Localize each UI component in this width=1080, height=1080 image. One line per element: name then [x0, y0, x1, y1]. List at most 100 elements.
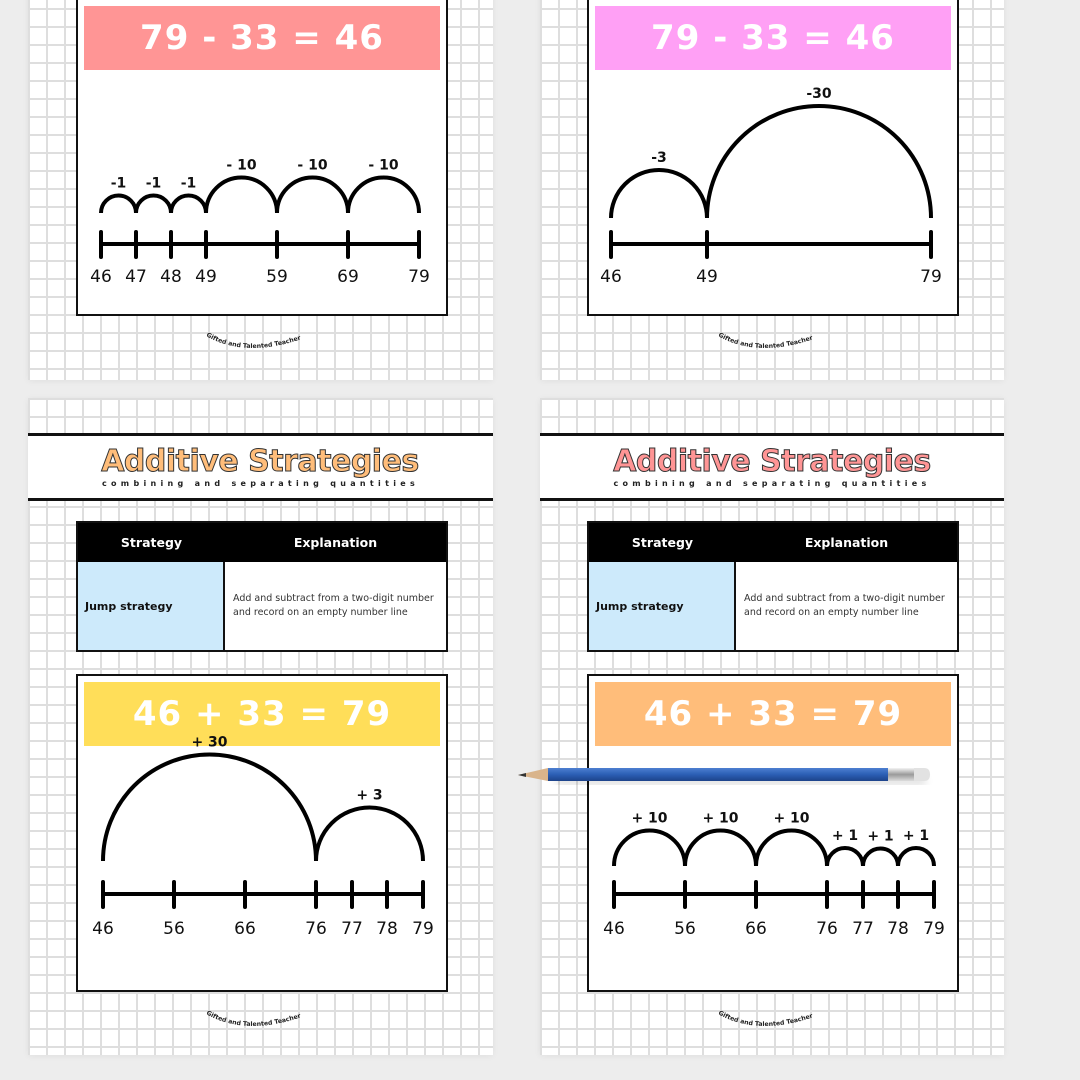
jump-arc: [101, 752, 318, 862]
tick-label: 46: [600, 267, 622, 287]
brand-logo-text: Gifted and Talented Teacher: [205, 1010, 302, 1028]
jump-arc: [275, 175, 350, 214]
strategy-cell: Jump strategy: [78, 562, 225, 650]
tick-label: 46: [90, 267, 112, 287]
number-line: 46 47 48 49 59 69 79 -1 -1 -1 - 10 - 10 - 10: [90, 158, 430, 288]
tick-label: 59: [266, 267, 288, 287]
worksheet-page-bottom-right: Additive Strategies combining and separa…: [540, 398, 1004, 1055]
tick-label: 46: [92, 919, 114, 939]
jump-label: -1: [181, 176, 197, 192]
jump-arc: [683, 828, 758, 867]
column-header-explanation: Explanation: [293, 535, 378, 550]
tick-label: 79: [408, 267, 430, 287]
svg-text:Gifted and Talented Teacher: Gifted and Talented Teacher: [717, 332, 814, 350]
jump-arc: [169, 193, 208, 214]
brand-logo-text: Gifted and Talented Teacher: [717, 332, 814, 350]
tick-label: 56: [163, 919, 185, 939]
explanation-cell: Add and subtract from a two-digit number…: [225, 562, 446, 650]
strategy-cell: Jump strategy: [589, 562, 736, 650]
jump-label: + 30: [191, 735, 227, 751]
tick-label: 78: [887, 919, 909, 939]
tick-label: 56: [674, 919, 696, 939]
jump-label: - 10: [226, 158, 256, 174]
jump-arc: [612, 828, 687, 867]
column-header-strategy: Strategy: [120, 535, 183, 550]
worksheet-page-top-left: 79 - 33 = 46 46 47 48 49 59 69 79 -1 -1 -1- 10- 1…: [28, 0, 493, 380]
jump-arc: [99, 193, 138, 214]
jump-label: - 10: [368, 158, 398, 174]
column-header-strategy: Strategy: [631, 535, 694, 550]
title-svg: Additive Strategies: [613, 444, 932, 480]
table-header-row: Strategy Explanation: [589, 523, 957, 562]
brand-logo: Gifted and Talented Teacher: [717, 1010, 814, 1028]
tick-label: 47: [125, 267, 147, 287]
number-line-card: 46 + 33 = 79 46 56 66 76 77 78 79 + 30 + 3: [76, 674, 448, 992]
svg-text:Gifted and Talented Teacher: Gifted and Talented Teacher: [205, 332, 302, 350]
tick-label: 78: [376, 919, 398, 939]
svg-text:Gifted and Talented Teacher: Gifted and Talented Teacher: [717, 1010, 814, 1028]
tick-label: 66: [745, 919, 767, 939]
jump-label: + 10: [702, 811, 738, 827]
tick-label: 77: [341, 919, 363, 939]
title-band: Additive Strategies combining and separa…: [540, 433, 1004, 501]
jump-label: + 1: [903, 828, 929, 844]
tick-label: 79: [920, 267, 942, 287]
jump-label: -1: [146, 176, 162, 192]
tick-label: 79: [923, 919, 945, 939]
jump-label: + 3: [356, 788, 382, 804]
worksheet-page-bottom-left: Additive Strategies combining and separa…: [28, 398, 493, 1055]
strategy-table: Strategy Explanation Jump strategy Add a…: [587, 521, 959, 652]
jump-arc: [204, 175, 279, 214]
jump-arc: [609, 168, 709, 219]
jump-label: -30: [806, 86, 832, 102]
explanation-text: Add and subtract from a two-digit number…: [744, 593, 945, 618]
jump-label: + 10: [773, 811, 809, 827]
column-header-explanation: Explanation: [804, 535, 889, 550]
svg-text:Gifted and Talented Teacher: Gifted and Talented Teacher: [205, 1010, 302, 1028]
jump-label: + 10: [631, 811, 667, 827]
tick-label: 46: [603, 919, 625, 939]
jump-arc: [314, 805, 425, 862]
page-subtitle: combining and separating quantities: [101, 479, 420, 488]
tick-label: 49: [696, 267, 718, 287]
table-header-row: Strategy Explanation: [78, 523, 446, 562]
number-line: 46 49 79 -3 -30: [600, 86, 942, 287]
tick-label: 76: [305, 919, 327, 939]
brand-logo-text: Gifted and Talented Teacher: [717, 1010, 814, 1028]
pencil-icon: [518, 768, 930, 785]
tick-label: 69: [337, 267, 359, 287]
tick-label: 66: [234, 919, 256, 939]
jump-label: -3: [651, 150, 667, 166]
brand-logo: Gifted and Talented Teacher: [717, 332, 814, 350]
number-line-card: 79 - 33 = 46 46 47 48 49 59 69 79 -1 -1 -1- 10- 1…: [76, 0, 448, 316]
title-band: Additive Strategies combining and separa…: [28, 433, 493, 501]
jump-arc: [861, 846, 900, 867]
jump-arc: [705, 104, 933, 219]
page-title: Additive Strategies: [613, 444, 931, 479]
tick-label: 77: [852, 919, 874, 939]
tick-label: 48: [160, 267, 182, 287]
number-line-card: 79 - 33 = 46 46 49 79 -3 -30: [587, 0, 959, 316]
number-line: 46 56 66 76 77 78 79 + 10 + 10 + 10 + 1 + 1 + 1: [603, 811, 945, 940]
number-line: 46 56 66 76 77 78 79 + 30 + 3: [92, 735, 434, 940]
title-svg: Additive Strategies: [101, 444, 420, 480]
page-title: Additive Strategies: [101, 444, 419, 479]
tick-label: 76: [816, 919, 838, 939]
jump-label: + 1: [867, 829, 893, 845]
page-subtitle: combining and separating quantities: [613, 479, 931, 488]
number-line-card: 46 + 33 = 79 46 56 66 76 77 78 79 + 10 + 10 + 10 +…: [587, 674, 959, 992]
jump-label: - 10: [297, 158, 327, 174]
jump-arc: [346, 175, 421, 214]
tick-label: 49: [195, 267, 217, 287]
jump-arc: [754, 828, 829, 867]
jump-label: -1: [111, 176, 127, 192]
jump-label: + 1: [832, 828, 858, 844]
worksheet-page-top-right: 79 - 33 = 46 46 49 79 -3 -30 Gifted and Tale…: [540, 0, 1004, 380]
jump-arc: [134, 193, 173, 214]
explanation-cell: Add and subtract from a two-digit number…: [736, 562, 957, 650]
strategy-table: Strategy Explanation Jump strategy Add a…: [76, 521, 448, 652]
explanation-text: Add and subtract from a two-digit number…: [233, 593, 434, 618]
tick-label: 79: [412, 919, 434, 939]
jump-arc: [896, 846, 936, 867]
brand-logo: Gifted and Talented Teacher: [205, 332, 302, 350]
